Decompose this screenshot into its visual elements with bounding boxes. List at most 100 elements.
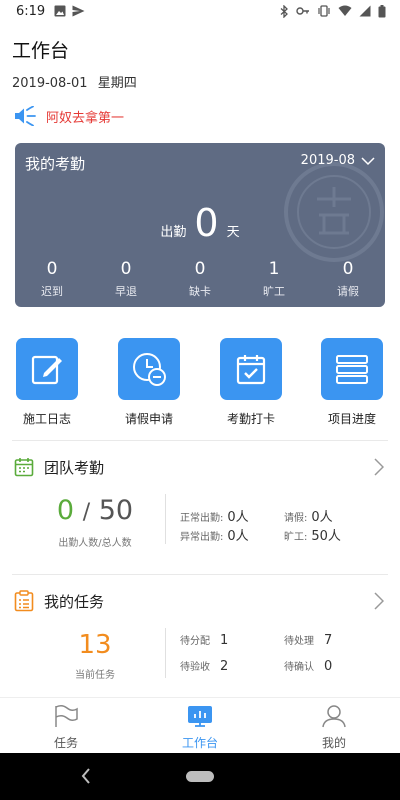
task-to-accept-label: 待验收 bbox=[180, 662, 210, 673]
system-navigation-bar bbox=[0, 753, 400, 800]
edit-log-icon bbox=[31, 355, 62, 385]
team-absent-value: 50人 bbox=[311, 529, 341, 544]
stat-late[interactable]: 0 迟到 bbox=[15, 259, 89, 299]
team-absent-label: 旷工: bbox=[284, 532, 308, 543]
send-icon bbox=[72, 5, 85, 17]
my-tasks-body: 13 当前任务 待分配 1 待处理 7 待验收 2 待确认 0 bbox=[0, 626, 400, 686]
signal-icon bbox=[359, 5, 371, 17]
vertical-divider bbox=[165, 628, 166, 678]
month-selector[interactable]: 2019-08 bbox=[301, 153, 375, 168]
status-bar: 6:19 bbox=[0, 0, 400, 24]
wifi-icon bbox=[338, 5, 352, 16]
team-leave[interactable]: 请假: 0人 bbox=[284, 506, 333, 525]
calendar-check-icon bbox=[236, 355, 266, 385]
task-to-accept[interactable]: 待验收 2 bbox=[180, 658, 228, 674]
ratio-caption: 出勤人数/总人数 bbox=[58, 538, 132, 549]
present-count: 0 bbox=[56, 495, 75, 526]
notice-text: 阿奴去拿第一 bbox=[46, 110, 125, 126]
leave-clock-icon bbox=[133, 353, 166, 386]
vertical-divider bbox=[165, 494, 166, 544]
current-weekday: 星期四 bbox=[97, 76, 137, 91]
stat-early-leave[interactable]: 0 早退 bbox=[89, 259, 163, 299]
attendance-days: 出勤 0 天 bbox=[15, 201, 385, 245]
tab-mine[interactable]: 我的 bbox=[294, 704, 374, 751]
team-leave-label: 请假: bbox=[284, 513, 308, 524]
task-to-accept-value: 2 bbox=[220, 659, 229, 674]
current-tasks[interactable]: 13 当前任务 bbox=[40, 630, 150, 681]
stat-early-leave-value: 0 bbox=[120, 259, 132, 279]
my-attendance-card[interactable]: 我的考勤 2019-08 出勤 0 天 0 迟到 0 早退 0 缺卡 1 旷工 … bbox=[15, 143, 385, 307]
days-unit: 天 bbox=[226, 225, 240, 240]
person-icon bbox=[322, 705, 346, 728]
team-attendance-ratio[interactable]: 0 / 50 出勤人数/总人数 bbox=[40, 495, 150, 550]
tool-project-progress[interactable]: 项目进度 bbox=[307, 338, 397, 427]
attendance-stats: 0 迟到 0 早退 0 缺卡 1 旷工 0 请假 bbox=[15, 259, 385, 299]
stat-absent[interactable]: 1 旷工 bbox=[237, 259, 311, 299]
divider bbox=[12, 574, 388, 575]
task-list-icon bbox=[14, 590, 34, 612]
flag-icon bbox=[55, 704, 78, 727]
chevron-right-icon[interactable] bbox=[374, 592, 384, 610]
stat-early-leave-label: 早退 bbox=[115, 285, 137, 298]
tab-tasks-label: 任务 bbox=[53, 736, 78, 750]
tool-construction-log[interactable]: 施工日志 bbox=[2, 338, 92, 427]
task-to-assign[interactable]: 待分配 1 bbox=[180, 632, 228, 648]
team-absent[interactable]: 旷工: 50人 bbox=[284, 525, 341, 544]
team-calendar-icon bbox=[14, 458, 34, 477]
my-tasks-header[interactable]: 我的任务 bbox=[14, 588, 386, 614]
back-icon[interactable] bbox=[80, 767, 92, 785]
task-to-handle-label: 待处理 bbox=[284, 636, 314, 647]
team-attendance-header[interactable]: 团队考勤 bbox=[14, 454, 386, 480]
total-count: 50 bbox=[98, 495, 134, 526]
normal-attendance-label: 正常出勤: bbox=[180, 513, 224, 524]
tab-workbench[interactable]: 工作台 bbox=[160, 704, 240, 751]
tool-shortcuts: 施工日志 请假申请 考勤打卡 项目进度 bbox=[0, 338, 400, 428]
stat-missing-punch-value: 0 bbox=[194, 259, 206, 279]
stat-absent-value: 1 bbox=[268, 259, 280, 279]
current-tasks-value: 13 bbox=[78, 630, 112, 660]
task-to-confirm-label: 待确认 bbox=[284, 662, 314, 673]
month-value: 2019-08 bbox=[300, 153, 355, 168]
abnormal-attendance[interactable]: 异常出勤: 0人 bbox=[180, 525, 249, 544]
abnormal-attendance-value: 0人 bbox=[227, 529, 249, 544]
page-title: 工作台 bbox=[12, 40, 70, 62]
tab-mine-label: 我的 bbox=[321, 736, 346, 750]
task-to-handle[interactable]: 待处理 7 bbox=[284, 632, 332, 648]
bottom-tab-bar: 任务 工作台 我的 bbox=[0, 697, 400, 753]
key-icon bbox=[296, 7, 309, 15]
progress-list-icon bbox=[336, 355, 368, 384]
tab-workbench-label: 工作台 bbox=[181, 736, 218, 750]
gallery-icon bbox=[54, 5, 66, 17]
task-to-assign-label: 待分配 bbox=[180, 636, 210, 647]
team-leave-value: 0人 bbox=[311, 510, 333, 525]
abnormal-attendance-label: 异常出勤: bbox=[180, 532, 224, 543]
divider bbox=[12, 440, 388, 441]
stat-late-value: 0 bbox=[46, 259, 58, 279]
chevron-right-icon[interactable] bbox=[374, 458, 384, 476]
stat-missing-punch[interactable]: 0 缺卡 bbox=[163, 259, 237, 299]
stat-leave-label: 请假 bbox=[337, 285, 359, 298]
task-to-handle-value: 7 bbox=[324, 633, 333, 648]
tool-attendance-punch-label: 考勤打卡 bbox=[226, 412, 275, 426]
ratio-separator: / bbox=[82, 500, 91, 525]
tab-tasks[interactable]: 任务 bbox=[26, 704, 106, 751]
current-tasks-label: 当前任务 bbox=[75, 670, 115, 681]
days-label: 出勤 bbox=[160, 225, 187, 240]
tool-attendance-punch[interactable]: 考勤打卡 bbox=[206, 338, 296, 427]
notice-bar[interactable]: 阿奴去拿第一 bbox=[14, 105, 124, 127]
bluetooth-icon bbox=[280, 5, 288, 18]
normal-attendance-value: 0人 bbox=[227, 510, 249, 525]
normal-attendance[interactable]: 正常出勤: 0人 bbox=[180, 506, 249, 525]
tool-construction-log-label: 施工日志 bbox=[22, 412, 71, 426]
tool-leave-request[interactable]: 请假申请 bbox=[104, 338, 194, 427]
days-value: 0 bbox=[194, 201, 219, 245]
task-to-confirm[interactable]: 待确认 0 bbox=[284, 658, 332, 674]
stat-missing-punch-label: 缺卡 bbox=[189, 285, 211, 298]
stat-leave[interactable]: 0 请假 bbox=[311, 259, 385, 299]
home-pill[interactable] bbox=[186, 771, 214, 782]
task-to-assign-value: 1 bbox=[220, 633, 229, 648]
vibrate-icon bbox=[318, 5, 330, 17]
tool-project-progress-label: 项目进度 bbox=[327, 412, 376, 426]
attendance-card-title: 我的考勤 bbox=[25, 155, 86, 173]
dashboard-icon bbox=[188, 706, 212, 727]
